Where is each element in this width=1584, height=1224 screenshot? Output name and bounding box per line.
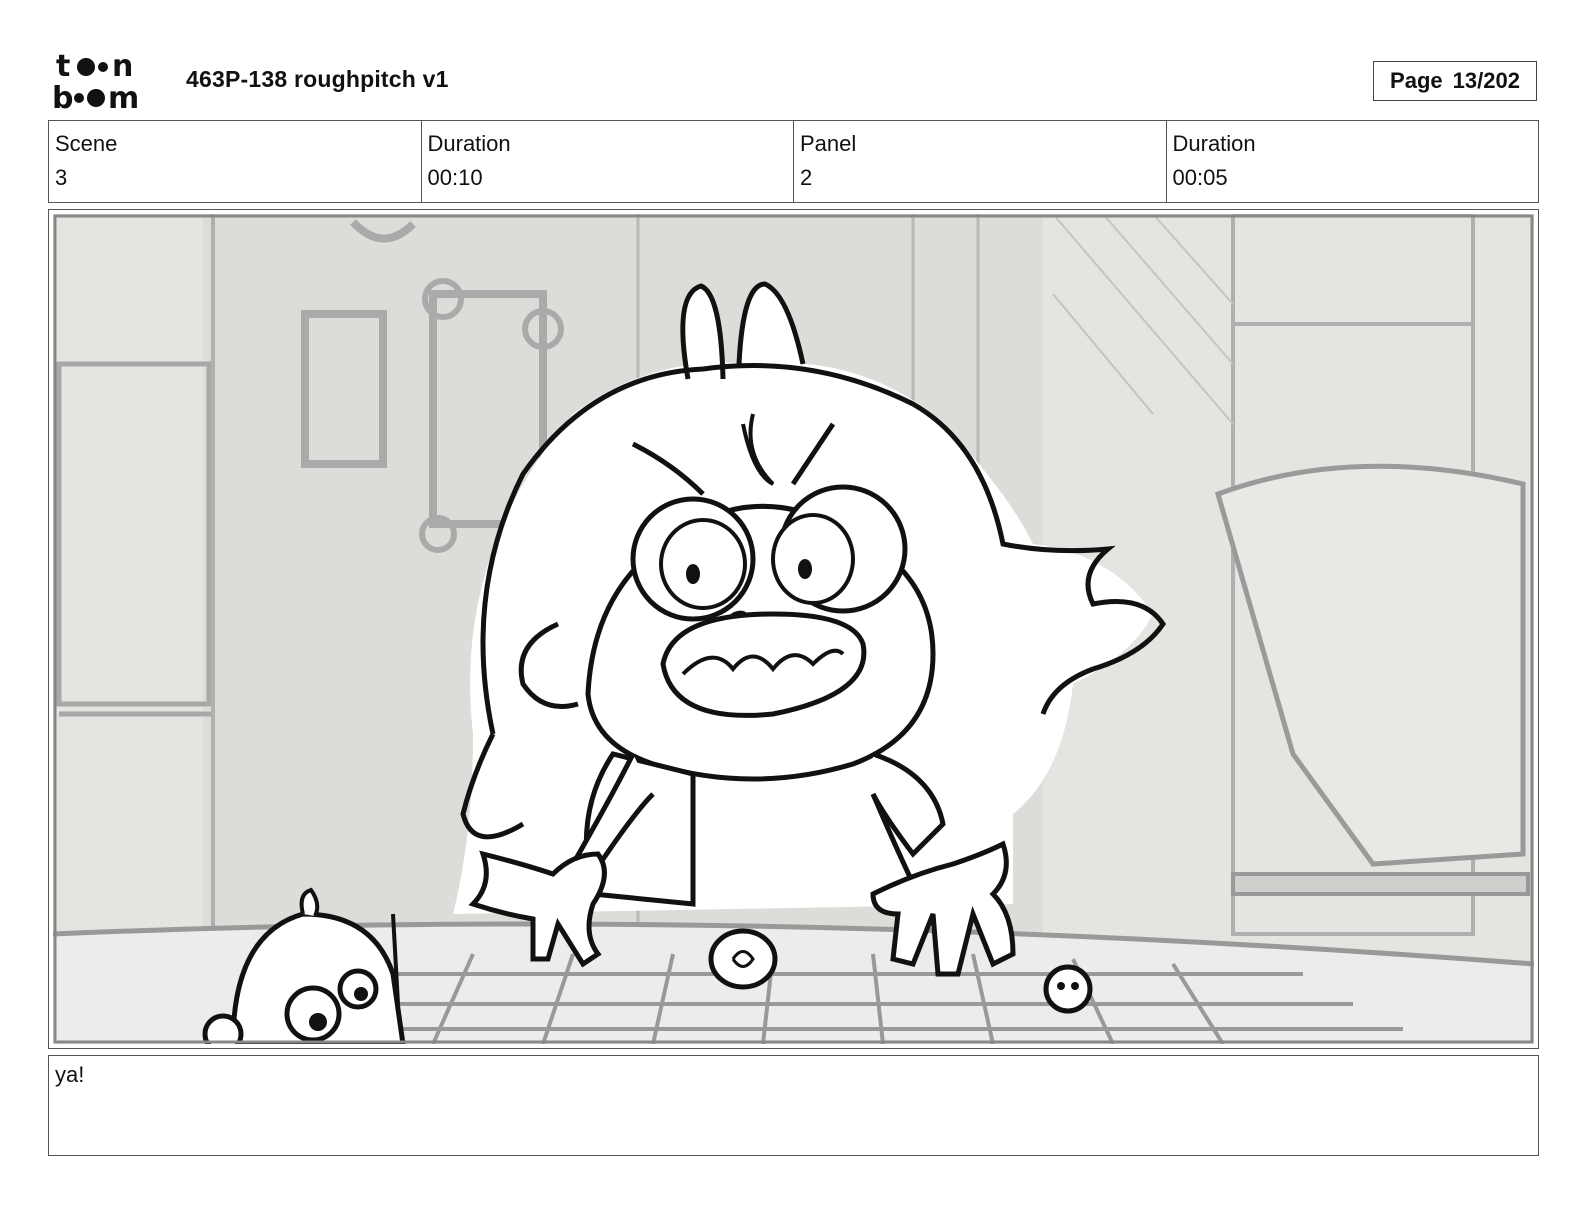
scene-duration-label: Duration: [427, 131, 511, 156]
panel-duration-value: 00:05: [1172, 165, 1228, 190]
panel-cell: Panel 2: [794, 121, 1167, 202]
panel-info-table: Scene 3 Duration 00:10 Panel 2 Duration …: [48, 120, 1539, 203]
svg-text:m: m: [108, 81, 139, 112]
toon-boom-logo: t n b m: [50, 49, 166, 116]
panel-duration-label: Duration: [1172, 131, 1256, 156]
panel-value: 2: [800, 165, 813, 190]
dialogue-box: ya!: [48, 1055, 1539, 1156]
panel-label: Panel: [800, 131, 857, 156]
page-indicator: Page 13/202: [1373, 61, 1537, 101]
svg-text:t: t: [56, 50, 70, 84]
storyboard-panel: [48, 209, 1539, 1049]
panel-artwork: [53, 214, 1534, 1044]
page-number: 13/202: [1452, 68, 1520, 93]
scene-value: 3: [55, 165, 68, 190]
scene-cell: Scene 3: [49, 121, 422, 202]
scene-duration-cell: Duration 00:10: [422, 121, 794, 202]
scene-duration-value: 00:10: [427, 165, 483, 190]
scene-label: Scene: [55, 131, 118, 156]
dialogue-text: ya!: [55, 1062, 85, 1087]
svg-text:n: n: [112, 50, 133, 84]
panel-duration-cell: Duration 00:05: [1167, 121, 1539, 202]
project-title: 463P-138 roughpitch v1: [186, 66, 449, 92]
svg-text:b: b: [52, 81, 73, 112]
page-label: Page: [1390, 68, 1443, 93]
